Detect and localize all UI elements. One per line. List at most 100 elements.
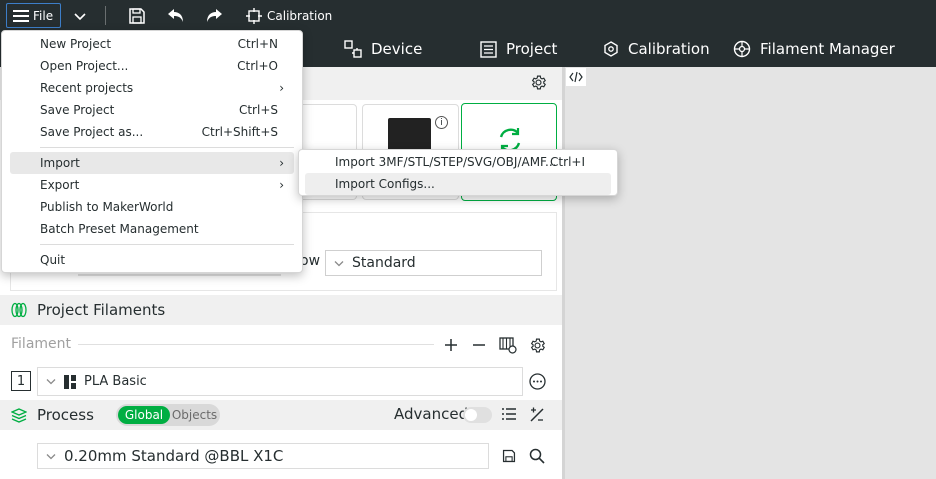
search-icon bbox=[529, 448, 545, 464]
chevron-right-icon: › bbox=[279, 156, 284, 170]
calibration-toolbar-button[interactable]: Calibration bbox=[246, 6, 332, 26]
chevron-right-icon: › bbox=[279, 178, 284, 192]
menu-item-export[interactable]: Export › bbox=[10, 174, 294, 196]
chevron-down-icon bbox=[74, 13, 86, 21]
menu-item-label: Quit bbox=[40, 253, 66, 267]
menu-item-label: Import Configs... bbox=[335, 177, 435, 191]
hamburger-icon bbox=[13, 9, 29, 22]
gear-icon bbox=[531, 75, 546, 89]
menu-item-label: Save Project as... bbox=[40, 125, 144, 139]
menu-item-batch-preset-management[interactable]: Batch Preset Management bbox=[10, 218, 294, 240]
toggle-global[interactable]: Global bbox=[118, 406, 170, 424]
save-preset-button[interactable] bbox=[500, 447, 518, 465]
file-menu-button[interactable]: File bbox=[6, 3, 61, 28]
advanced-switch[interactable] bbox=[463, 407, 492, 423]
undo-icon bbox=[168, 9, 183, 22]
filament-section-icon bbox=[11, 302, 27, 318]
import-submenu: Import 3MF/STL/STEP/SVG/OBJ/AMF... Ctrl+… bbox=[298, 149, 618, 196]
menu-shortcut: Ctrl+N bbox=[237, 37, 278, 51]
process-list-button[interactable] bbox=[500, 405, 518, 423]
file-menu: New Project Ctrl+N Open Project... Ctrl+… bbox=[1, 30, 303, 273]
menu-shortcut: Ctrl+I bbox=[550, 155, 585, 169]
collapse-sidebar-button[interactable] bbox=[566, 68, 586, 86]
gear-icon bbox=[530, 338, 545, 352]
menu-item-save-project-as[interactable]: Save Project as... Ctrl+Shift+S bbox=[10, 121, 294, 143]
undo-button[interactable] bbox=[166, 6, 186, 26]
save-button[interactable] bbox=[127, 6, 147, 26]
ams-icon bbox=[499, 337, 517, 354]
list-icon bbox=[502, 408, 516, 420]
more-options-icon bbox=[529, 373, 546, 390]
filament-select[interactable]: PLA Basic bbox=[37, 367, 523, 396]
code-brackets-icon bbox=[569, 71, 583, 83]
search-preset-button[interactable] bbox=[527, 446, 547, 466]
redo-button[interactable] bbox=[204, 6, 224, 26]
menu-shortcut: Ctrl+O bbox=[237, 59, 278, 73]
process-preset-select[interactable]: 0.20mm Standard @BBL X1C bbox=[37, 443, 489, 469]
process-title: Process bbox=[37, 406, 94, 424]
tab-calibration[interactable]: Calibration bbox=[603, 31, 710, 67]
menu-item-recent-projects[interactable]: Recent projects › bbox=[10, 77, 294, 99]
filament-row-label: Filament bbox=[11, 336, 72, 352]
top-toolbar: File Calibration bbox=[0, 0, 936, 31]
save-icon bbox=[129, 8, 145, 24]
menu-item-label: Save Project bbox=[40, 103, 115, 117]
menu-item-new-project[interactable]: New Project Ctrl+N bbox=[10, 33, 294, 55]
printer-image bbox=[388, 118, 431, 152]
tab-device[interactable]: Device bbox=[344, 31, 422, 67]
menu-item-label: Import bbox=[40, 156, 80, 170]
percent-tool-icon bbox=[530, 407, 544, 422]
chevron-right-icon: › bbox=[279, 81, 284, 95]
calibration-toolbar-label: Calibration bbox=[267, 9, 333, 23]
filament-spool-icon bbox=[733, 40, 751, 58]
process-compare-button[interactable] bbox=[527, 405, 547, 425]
menu-item-open-project[interactable]: Open Project... Ctrl+O bbox=[10, 55, 294, 77]
menu-item-label: Open Project... bbox=[40, 59, 129, 73]
save-icon bbox=[502, 449, 516, 463]
project-filaments-title: Project Filaments bbox=[37, 301, 166, 319]
printer-settings-button[interactable] bbox=[528, 72, 548, 92]
menu-item-label: New Project bbox=[40, 37, 112, 51]
add-filament-button[interactable] bbox=[442, 336, 460, 354]
tab-calibration-label: Calibration bbox=[628, 40, 710, 58]
project-filaments-header: Project Filaments bbox=[0, 295, 562, 325]
menu-item-label: Publish to MakerWorld bbox=[40, 200, 174, 214]
tab-filament-manager-label: Filament Manager bbox=[760, 40, 895, 58]
tab-project[interactable]: Project bbox=[480, 31, 557, 67]
menu-item-publish-makerworld[interactable]: Publish to MakerWorld bbox=[10, 196, 294, 218]
menu-item-label: Recent projects bbox=[40, 81, 134, 95]
device-icon bbox=[344, 40, 362, 58]
filament-more-button[interactable] bbox=[528, 372, 547, 391]
toolbar-divider bbox=[105, 6, 106, 25]
menu-item-save-project[interactable]: Save Project Ctrl+S bbox=[10, 99, 294, 121]
calibration-gear-icon bbox=[604, 41, 618, 57]
tab-filament-manager[interactable]: Filament Manager bbox=[733, 31, 895, 67]
dropdown-chevron-button[interactable] bbox=[70, 6, 90, 26]
sync-ams-button[interactable] bbox=[498, 335, 518, 355]
chevron-down-icon bbox=[46, 379, 56, 385]
menu-divider bbox=[40, 244, 294, 245]
menu-item-import-models[interactable]: Import 3MF/STL/STEP/SVG/OBJ/AMF... Ctrl+… bbox=[305, 151, 611, 173]
menu-item-import-configs[interactable]: Import Configs... bbox=[305, 173, 611, 195]
menu-item-import[interactable]: Import › bbox=[10, 152, 294, 174]
menu-item-label: Import 3MF/STL/STEP/SVG/OBJ/AMF... bbox=[335, 155, 557, 169]
menu-divider bbox=[40, 147, 294, 148]
filament-index: 1 bbox=[11, 371, 31, 391]
chevron-down-icon bbox=[334, 260, 344, 266]
remove-filament-button[interactable] bbox=[470, 336, 488, 354]
info-icon[interactable]: i bbox=[435, 116, 448, 129]
plate-type-select[interactable]: Standard bbox=[325, 250, 542, 276]
viewport-area[interactable] bbox=[565, 67, 936, 479]
menu-shortcut: Ctrl+S bbox=[238, 103, 278, 117]
tab-device-label: Device bbox=[371, 40, 423, 58]
menu-item-quit[interactable]: Quit bbox=[10, 249, 294, 271]
plus-icon bbox=[445, 339, 457, 351]
process-preset-value: 0.20mm Standard @BBL X1C bbox=[64, 447, 284, 465]
plate-type-value: Standard bbox=[352, 255, 416, 271]
calibration-icon bbox=[246, 8, 262, 24]
redo-icon bbox=[207, 9, 222, 22]
filament-settings-button[interactable] bbox=[527, 335, 547, 355]
filament-select-value: PLA Basic bbox=[84, 374, 147, 389]
toggle-objects[interactable]: Objects bbox=[171, 406, 218, 424]
bambu-logo-icon bbox=[64, 374, 76, 389]
